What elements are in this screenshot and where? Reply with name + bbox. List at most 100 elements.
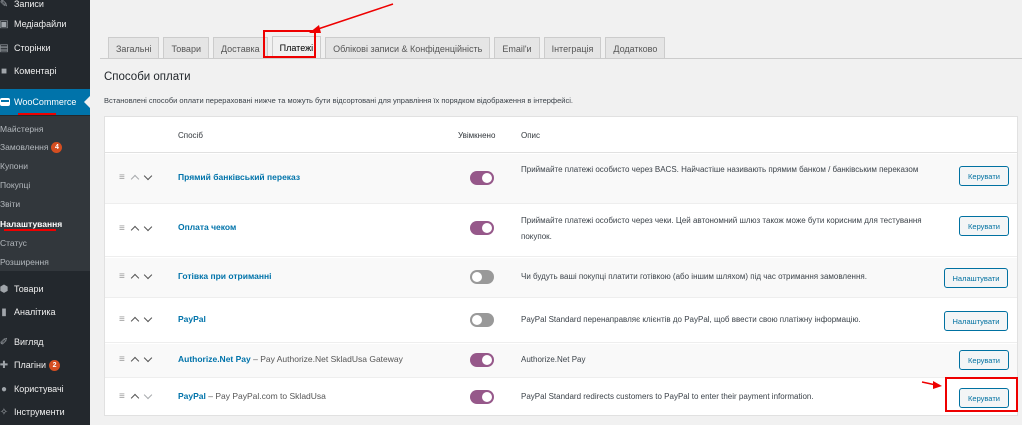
tab-emails[interactable]: Email'и bbox=[494, 37, 540, 59]
orders-count-badge: 4 bbox=[51, 141, 63, 153]
drag-handle-icon[interactable]: ≡ bbox=[119, 314, 125, 325]
annotation-arrow-tab bbox=[309, 3, 394, 33]
tab-accounts-privacy[interactable]: Облікові записи & Конфіденційність bbox=[325, 37, 491, 59]
sidebar-item-media[interactable]: ▣ Медіафайли bbox=[0, 14, 90, 34]
sidebar-item-pages[interactable]: ▤ Сторінки bbox=[0, 38, 90, 58]
drag-handle-icon[interactable]: ≡ bbox=[119, 223, 125, 234]
move-up-icon[interactable] bbox=[130, 393, 140, 403]
payment-method-name[interactable]: PayPal – Pay PayPal.com to SkladUsa bbox=[178, 391, 326, 401]
payment-method-description: Authorize.Net Pay bbox=[521, 355, 586, 364]
main-content: Загальні Товари Доставка Платежі Обліков… bbox=[90, 0, 1022, 425]
tab-shipping[interactable]: Доставка bbox=[212, 37, 268, 59]
toggle-knob bbox=[482, 173, 492, 183]
tools-icon: ✧ bbox=[0, 406, 9, 418]
drag-handle-icon[interactable]: ≡ bbox=[119, 172, 125, 183]
manage-button[interactable]: Керувати bbox=[959, 216, 1009, 236]
analytics-icon: ▮ bbox=[1, 306, 7, 318]
payment-method-name[interactable]: Authorize.Net Pay – Pay Authorize.Net Sk… bbox=[178, 354, 403, 364]
toggle-knob bbox=[482, 392, 492, 402]
move-up-icon[interactable] bbox=[130, 316, 140, 326]
payment-method-name[interactable]: Оплата чеком bbox=[178, 222, 236, 232]
column-header-description: Опис bbox=[521, 131, 541, 140]
submenu-reports[interactable]: Звіти bbox=[0, 195, 90, 213]
drag-handle-icon[interactable]: ≡ bbox=[119, 354, 125, 365]
move-down-icon[interactable] bbox=[143, 353, 153, 363]
setup-button[interactable]: Налаштувати bbox=[944, 268, 1008, 288]
settings-tabs: Загальні Товари Доставка Платежі Обліков… bbox=[108, 35, 669, 59]
woocommerce-icon bbox=[0, 98, 10, 106]
products-icon: ⬢ bbox=[0, 283, 9, 295]
column-header-enabled: Увімкнено bbox=[458, 131, 496, 140]
submenu-extensions[interactable]: Розширення bbox=[0, 253, 90, 271]
admin-sidebar: ✎ Записи ▣ Медіафайли ▤ Сторінки ■ Комен… bbox=[0, 0, 90, 425]
move-down-icon[interactable] bbox=[143, 270, 153, 280]
toggle-knob bbox=[472, 315, 482, 325]
sidebar-item-posts[interactable]: ✎ Записи bbox=[0, 0, 90, 14]
annotation-highlight-manage-button bbox=[945, 377, 1018, 412]
move-down-icon[interactable] bbox=[143, 313, 153, 323]
tab-advanced[interactable]: Додатково bbox=[605, 37, 666, 59]
drag-handle-icon[interactable]: ≡ bbox=[119, 271, 125, 282]
move-up-icon[interactable] bbox=[130, 174, 140, 184]
drag-handle-icon[interactable]: ≡ bbox=[119, 391, 125, 402]
tabs-divider bbox=[100, 58, 1022, 59]
submenu-customers[interactable]: Покупці bbox=[0, 176, 90, 194]
toggle-knob bbox=[482, 223, 492, 233]
sidebar-item-plugins[interactable]: ✚ Плагіни 2 bbox=[0, 355, 90, 375]
column-header-method: Спосіб bbox=[178, 131, 203, 140]
tab-integration[interactable]: Інтеграція bbox=[543, 37, 602, 59]
table-row: ≡ Оплата чеком Приймайте платежі особист… bbox=[105, 205, 1017, 257]
move-down-icon[interactable] bbox=[143, 171, 153, 181]
tab-general[interactable]: Загальні bbox=[108, 37, 160, 59]
annotation-underline-woocommerce bbox=[18, 113, 56, 115]
sidebar-item-comments[interactable]: ■ Коментарі bbox=[0, 61, 90, 81]
payment-method-description: PayPal Standard перенаправляє клієнтів д… bbox=[521, 315, 861, 324]
manage-button[interactable]: Керувати bbox=[959, 350, 1009, 370]
move-up-icon[interactable] bbox=[130, 225, 140, 235]
enable-toggle[interactable] bbox=[470, 221, 494, 235]
table-header: Спосіб Увімкнено Опис bbox=[105, 117, 1017, 153]
move-up-icon[interactable] bbox=[130, 356, 140, 366]
enable-toggle[interactable] bbox=[470, 270, 494, 284]
table-row: ≡ Прямий банківський переказ Приймайте п… bbox=[105, 154, 1017, 204]
submenu-orders[interactable]: Замовлення 4 bbox=[0, 138, 90, 156]
sidebar-item-users[interactable]: ● Користувачі bbox=[0, 379, 90, 399]
sidebar-item-woocommerce[interactable]: WooCommerce bbox=[0, 89, 90, 115]
woocommerce-submenu: Майстерня Замовлення 4 Купони Покупці Зві… bbox=[0, 116, 90, 271]
enable-toggle[interactable] bbox=[470, 171, 494, 185]
move-down-icon[interactable] bbox=[143, 390, 153, 400]
manage-button[interactable]: Керувати bbox=[959, 166, 1009, 186]
payment-method-name[interactable]: Готівка при отриманні bbox=[178, 271, 271, 281]
payment-method-description: PayPal Standard redirects customers to P… bbox=[521, 392, 814, 401]
payment-method-description: Приймайте платежі особисто через BACS. Н… bbox=[521, 165, 919, 174]
enable-toggle[interactable] bbox=[470, 390, 494, 404]
sidebar-item-products[interactable]: ⬢ Товари bbox=[0, 279, 90, 299]
table-row: ≡ Authorize.Net Pay – Pay Authorize.Net … bbox=[105, 344, 1017, 378]
plugins-update-badge: 2 bbox=[49, 359, 61, 371]
users-icon: ● bbox=[0, 383, 8, 395]
page-intro: Встановлені способи оплати перераховані … bbox=[104, 96, 573, 105]
sidebar-item-analytics[interactable]: ▮ Аналітика bbox=[0, 302, 90, 322]
move-up-icon[interactable] bbox=[130, 273, 140, 283]
payment-methods-table: Спосіб Увімкнено Опис ≡ Прямий банківськ… bbox=[104, 116, 1018, 416]
submenu-dashboard[interactable]: Майстерня bbox=[0, 120, 90, 138]
setup-button[interactable]: Налаштувати bbox=[944, 311, 1008, 331]
page-title: Способи оплати bbox=[104, 71, 191, 83]
annotation-arrow-button bbox=[921, 381, 942, 389]
table-row: ≡ PayPal – Pay PayPal.com to SkladUsa Pa… bbox=[105, 379, 1017, 416]
tab-products[interactable]: Товари bbox=[163, 37, 209, 59]
pin-icon: ✎ bbox=[0, 0, 9, 10]
enable-toggle[interactable] bbox=[470, 313, 494, 327]
move-down-icon[interactable] bbox=[143, 222, 153, 232]
annotation-underline-settings bbox=[4, 229, 56, 231]
submenu-status[interactable]: Статус bbox=[0, 234, 90, 252]
payment-method-name[interactable]: Прямий банківський переказ bbox=[178, 172, 300, 182]
toggle-knob bbox=[472, 272, 482, 282]
submenu-coupons[interactable]: Купони bbox=[0, 157, 90, 175]
appearance-icon: ✐ bbox=[0, 336, 9, 348]
sidebar-item-tools[interactable]: ✧ Інструменти bbox=[0, 402, 90, 422]
payment-method-name[interactable]: PayPal bbox=[178, 314, 206, 324]
enable-toggle[interactable] bbox=[470, 353, 494, 367]
sidebar-item-appearance[interactable]: ✐ Вигляд bbox=[0, 332, 90, 352]
media-icon: ▣ bbox=[0, 18, 9, 30]
